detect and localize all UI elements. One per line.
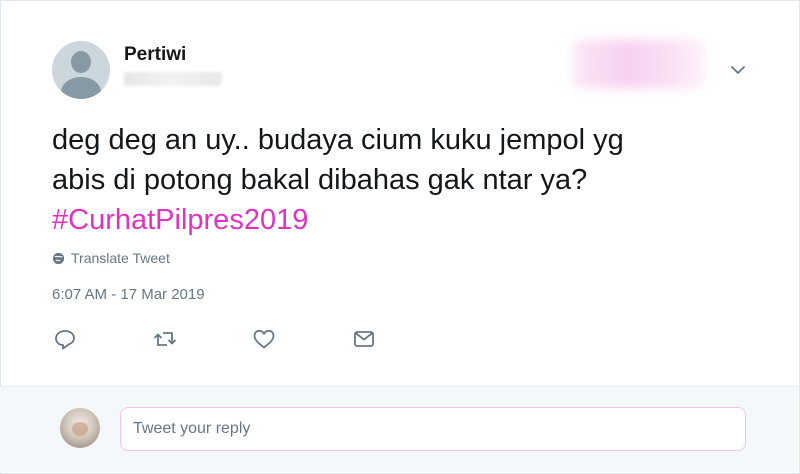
direct-message-icon[interactable] (351, 326, 377, 352)
tweet-timestamp[interactable]: 6:07 AM - 17 Mar 2019 (52, 286, 205, 303)
translate-tweet-link[interactable]: Translate Tweet (52, 249, 170, 267)
like-icon[interactable] (251, 326, 277, 352)
reply-input[interactable] (120, 407, 746, 451)
retweet-icon[interactable] (152, 326, 178, 352)
avatar-body-shape (61, 77, 101, 99)
tweet-actions (0, 326, 800, 352)
tweet-text-line: abis di potong bakal dibahas gak ntar ya… (52, 164, 588, 196)
current-user-avatar (60, 408, 100, 448)
tweet-text: deg deg an uy.. budaya cium kuku jempol … (52, 120, 752, 240)
follow-button-redacted[interactable] (574, 40, 704, 88)
tweet-text-line: deg deg an uy.. budaya cium kuku jempol … (52, 124, 624, 156)
author-name[interactable]: Pertiwi (124, 44, 186, 66)
reply-icon[interactable] (52, 326, 78, 352)
translate-tweet-label: Translate Tweet (71, 250, 170, 266)
author-avatar[interactable] (52, 41, 110, 99)
globe-icon (52, 252, 65, 264)
author-handle-redacted (124, 72, 222, 86)
avatar-photo-detail (72, 422, 88, 436)
chevron-down-icon[interactable] (728, 60, 748, 80)
hashtag-link[interactable]: #CurhatPilpres2019 (52, 200, 752, 240)
avatar-head-shape (71, 51, 91, 73)
